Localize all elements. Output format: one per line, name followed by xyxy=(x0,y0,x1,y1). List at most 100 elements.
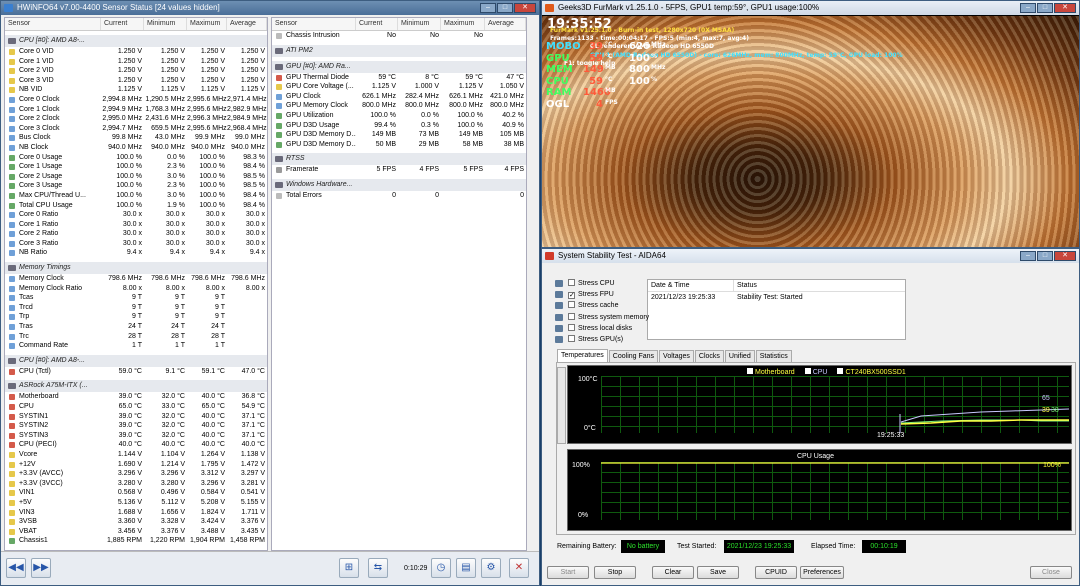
sensor-row[interactable]: NB Clock 940.0 MHz 940.0 MHz 940.0 MHz 940.0… xyxy=(5,143,267,153)
clock-icon[interactable]: ◷ xyxy=(431,558,451,578)
sensor-row[interactable]: Core 0 Ratio 30.0 x 30.0 x 30.0 x 30.0 x xyxy=(5,210,267,220)
tab-cooling-fans[interactable]: Cooling Fans xyxy=(608,350,659,362)
checkbox[interactable]: ✓ xyxy=(568,292,575,300)
sensor-group-header[interactable]: Windows Hardware... xyxy=(272,178,526,191)
graph-scrollbar[interactable] xyxy=(557,367,566,444)
sensor-row[interactable]: GPU Memory Clock 800.0 MHz 800.0 MHz 800.0 … xyxy=(272,101,526,111)
sensor-row[interactable]: GPU Core Voltage (... 1.125 V 1.000 V 1.125… xyxy=(272,82,526,92)
sensor-row[interactable]: NB Ratio 9.4 x 9.4 x 9.4 x 9.4 x xyxy=(5,248,267,258)
close-dialog-button[interactable]: Close xyxy=(1030,566,1072,579)
sensor-row[interactable]: VBAT 3.456 V 3.376 V 3.488 V 3.435 V xyxy=(5,527,267,537)
sensor-row[interactable]: SYSTIN2 39.0 °C 32.0 °C 40.0 °C 37.1 °C xyxy=(5,421,267,431)
sensor-row[interactable]: Chassis1 1,885 RPM 1,220 RPM 1,904 RPM 1,458… xyxy=(5,536,267,546)
checkbox[interactable] xyxy=(568,312,575,320)
tab-voltages[interactable]: Voltages xyxy=(659,350,694,362)
sensor-row[interactable]: GPU Clock 626.1 MHz 282.4 MHz 626.1 MHz 421.… xyxy=(272,92,526,102)
sensor-group-header[interactable]: CPU [#0]: AMD A8-... xyxy=(5,354,267,367)
arrows-left-icon[interactable]: ◀◀ xyxy=(6,558,26,578)
sensor-row[interactable]: Core 3 Clock 2,994.7 MHz 659.5 MHz 2,995.6 … xyxy=(5,124,267,134)
sensor-row[interactable]: CPU 65.0 °C 33.0 °C 65.0 °C 54.9 °C xyxy=(5,402,267,412)
minimize-button[interactable]: – xyxy=(1020,3,1036,13)
tab-temperatures[interactable]: Temperatures xyxy=(557,349,608,362)
checkbox[interactable] xyxy=(568,279,575,286)
sensor-row[interactable]: Trp 9 T 9 T 9 T xyxy=(5,312,267,322)
close-button[interactable]: ✕ xyxy=(1054,3,1076,13)
sensor-row[interactable]: Memory Clock 798.6 MHz 798.6 MHz 798.6 MHz 7… xyxy=(5,274,267,284)
column-header-sensor[interactable]: Sensor xyxy=(5,18,101,30)
sensor-row[interactable]: GPU Utilization 100.0 % 0.0 % 100.0 % 40.2 % xyxy=(272,111,526,121)
sensor-row[interactable]: Core 2 Usage 100.0 % 3.0 % 100.0 % 98.5 % xyxy=(5,172,267,182)
arrows-right-icon[interactable]: ▶▶ xyxy=(31,558,51,578)
sensor-row[interactable]: Core 0 VID 1.250 V 1.250 V 1.250 V 1.250 V xyxy=(5,47,267,57)
close-icon[interactable]: ✕ xyxy=(509,558,529,578)
sensor-row[interactable]: +3.3V (AVCC) 3.296 V 3.296 V 3.312 V 3.297 V xyxy=(5,469,267,479)
checkbox[interactable] xyxy=(568,323,575,331)
sensor-row[interactable]: 3VSB 3.360 V 3.328 V 3.424 V 3.376 V xyxy=(5,517,267,527)
sensor-row[interactable]: Core 1 Clock 2,994.9 MHz 1,768.3 MHz 2,995.… xyxy=(5,105,267,115)
hwinfo-titlebar[interactable]: HWiNFO64 v7.00-4400 Sensor Status [24 va… xyxy=(1,1,539,15)
column-header-current[interactable]: Current xyxy=(101,18,144,30)
sensor-group-header[interactable]: ATI PM2 xyxy=(272,44,526,57)
stress-option-5[interactable]: Stress GPU(s) xyxy=(568,335,623,345)
maximize-button[interactable]: □ xyxy=(497,3,513,13)
sensor-row[interactable]: Core 1 VID 1.250 V 1.250 V 1.250 V 1.250 V xyxy=(5,57,267,67)
sensor-row[interactable]: CPU (PECI) 40.0 °C 40.0 °C 40.0 °C 40.0 °C xyxy=(5,440,267,450)
sensor-row[interactable]: Motherboard 39.0 °C 32.0 °C 40.0 °C 36.8 °C xyxy=(5,392,267,402)
sensor-group-header[interactable]: RTSS xyxy=(272,153,526,166)
sensor-row[interactable]: VIN3 1.688 V 1.656 V 1.824 V 1.711 V xyxy=(5,508,267,518)
close-button[interactable]: ✕ xyxy=(1054,251,1076,261)
clear-button[interactable]: Clear xyxy=(652,566,694,579)
column-header-minimum[interactable]: Minimum xyxy=(144,18,187,30)
sensor-group-header[interactable]: ASRock A75M-ITX (... xyxy=(5,380,267,393)
maximize-button[interactable]: □ xyxy=(1037,251,1053,261)
aida64-titlebar[interactable]: System Stability Test - AIDA64 – □ ✕ xyxy=(542,249,1079,263)
sensor-row[interactable]: Total Errors 0 0 0 xyxy=(272,191,526,201)
sensor-row[interactable]: VIN1 0.568 V 0.496 V 0.584 V 0.541 V xyxy=(5,488,267,498)
sensor-row[interactable]: GPU Thermal Diode 59 °C 8 °C 59 °C 47 °C xyxy=(272,73,526,83)
minimize-button[interactable]: – xyxy=(1020,251,1036,261)
sensor-row[interactable]: Core 0 Clock 2,994.8 MHz 1,290.5 MHz 2,995.… xyxy=(5,95,267,105)
legend-motherboard[interactable]: Motherboard xyxy=(747,368,795,376)
checkbox[interactable] xyxy=(568,301,575,309)
stress-option-2[interactable]: Stress cache xyxy=(568,301,618,311)
save-button[interactable]: Save xyxy=(697,566,739,579)
sensor-group-header[interactable]: GPU [#0]: AMD Ra... xyxy=(272,60,526,73)
stress-option-4[interactable]: Stress local disks xyxy=(568,323,632,334)
sensor-row[interactable]: Trc 28 T 28 T 28 T xyxy=(5,332,267,342)
sensor-row[interactable]: SYSTIN3 39.0 °C 32.0 °C 40.0 °C 37.1 °C xyxy=(5,431,267,441)
sensor-row[interactable]: SYSTIN1 39.0 °C 32.0 °C 40.0 °C 37.1 °C xyxy=(5,412,267,422)
sensor-row[interactable]: NB VID 1.125 V 1.125 V 1.125 V 1.125 V xyxy=(5,85,267,95)
column-header-maximum[interactable]: Maximum xyxy=(187,18,227,30)
sensor-pane-right[interactable]: Sensor Current Minimum Maximum Average Chassi… xyxy=(271,17,527,551)
report-icon[interactable]: ▤ xyxy=(456,558,476,578)
tab-statistics[interactable]: Statistics xyxy=(755,350,792,362)
close-button[interactable]: ✕ xyxy=(514,3,536,13)
sensor-row[interactable]: Core 3 Ratio 30.0 x 30.0 x 30.0 x 30.0 x xyxy=(5,239,267,249)
sensor-row[interactable]: Framerate 5 FPS 4 FPS 5 FPS 4 FPS xyxy=(272,165,526,175)
stress-option-1[interactable]: ✓ Stress FPU xyxy=(568,290,614,300)
cpuid-button[interactable]: CPUID xyxy=(755,566,797,579)
start-button[interactable]: Start xyxy=(547,566,589,579)
sensor-row[interactable]: Vcore 1.144 V 1.104 V 1.264 V 1.138 V xyxy=(5,450,267,460)
sensor-network-icon[interactable]: ⊞ xyxy=(339,558,359,578)
sensor-row[interactable]: +12V 1.690 V 1.214 V 1.795 V 1.472 V xyxy=(5,460,267,470)
column-header-sensor[interactable]: Sensor xyxy=(272,18,356,30)
sensor-row[interactable]: Core 3 VID 1.250 V 1.250 V 1.250 V 1.250 V xyxy=(5,76,267,86)
maximize-button[interactable]: □ xyxy=(1037,3,1053,13)
legend-cpu[interactable]: CPU xyxy=(804,368,827,376)
sensor-row[interactable]: Tras 24 T 24 T 24 T xyxy=(5,322,267,332)
tab-unified[interactable]: Unified xyxy=(724,350,755,362)
stress-option-0[interactable]: Stress CPU xyxy=(568,279,615,289)
sensor-row[interactable]: +5V 5.136 V 5.112 V 5.208 V 5.155 V xyxy=(5,498,267,508)
sensor-row[interactable]: Command Rate 1 T 1 T 1 T xyxy=(5,341,267,351)
sensor-group-header[interactable]: Memory Timings xyxy=(5,262,267,275)
sensor-row[interactable]: Chassis Intrusion No No No xyxy=(272,31,526,41)
legend-ssd[interactable]: CT240BX500SSD1 xyxy=(837,368,906,376)
sensor-pane-left[interactable]: Sensor Current Minimum Maximum Average CPU [#… xyxy=(4,17,268,551)
column-header-average[interactable]: Average xyxy=(485,18,526,30)
minimize-button[interactable]: – xyxy=(480,3,496,13)
sensor-row[interactable]: Core 1 Usage 100.0 % 2.3 % 100.0 % 98.4 % xyxy=(5,162,267,172)
sensor-row[interactable]: Bus Clock 99.8 MHz 43.0 MHz 99.9 MHz 99.0 MH… xyxy=(5,133,267,143)
stress-option-3[interactable]: Stress system memory xyxy=(568,312,649,323)
sensor-row[interactable]: CPU (Tctl) 59.0 °C 9.1 °C 59.1 °C 47.0 °C xyxy=(5,367,267,377)
